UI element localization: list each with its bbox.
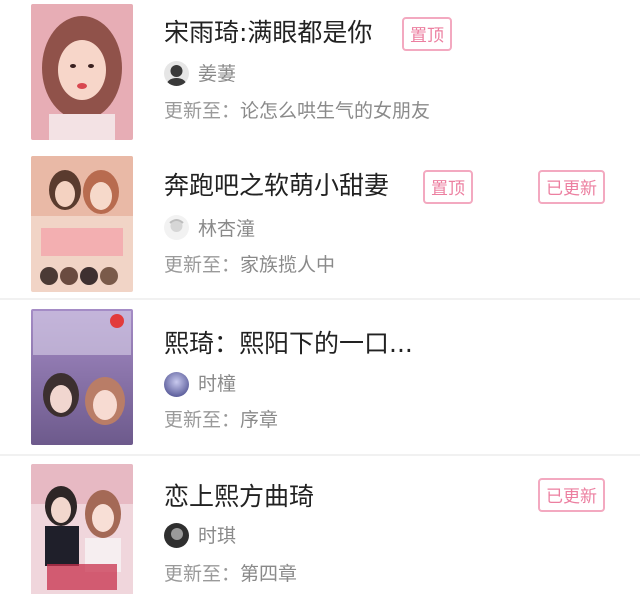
cover-image <box>31 4 133 140</box>
author-avatar <box>164 61 189 86</box>
author-avatar <box>164 215 189 240</box>
update-prefix: 更新至： <box>164 100 241 122</box>
pinned-badge: 置顶 <box>423 170 473 204</box>
cover-image <box>31 464 133 594</box>
cover-image <box>31 156 133 292</box>
author-name: 林杏潼 <box>198 218 256 240</box>
book-item[interactable]: 宋雨琦:满眼都是你 置顶 姜萋 更新至：论怎么哄生气的女朋友 <box>0 0 640 148</box>
cover-image <box>31 309 133 445</box>
updated-badge: 已更新 <box>538 478 605 512</box>
book-title[interactable]: 宋雨琦:满眼都是你 <box>164 18 372 48</box>
author-name: 时橦 <box>198 373 237 395</box>
book-cover[interactable] <box>31 309 133 445</box>
author-avatar <box>164 372 189 397</box>
author-name: 时琪 <box>198 525 237 547</box>
latest-update: 更新至：论怎么哄生气的女朋友 <box>164 99 430 123</box>
update-prefix: 更新至： <box>164 563 241 585</box>
update-prefix: 更新至： <box>164 409 241 431</box>
latest-update: 更新至：家族揽人中 <box>164 253 335 277</box>
author-name: 姜萋 <box>198 63 237 85</box>
book-item[interactable]: 奔跑吧之软萌小甜妻 置顶 已更新 林杏潼 更新至：家族揽人中 <box>0 148 640 300</box>
author-avatar <box>164 523 189 548</box>
latest-chapter: 序章 <box>240 409 279 431</box>
latest-chapter: 家族揽人中 <box>240 254 336 276</box>
book-title[interactable]: 熙琦：熙阳下的一口... <box>164 329 413 359</box>
book-cover[interactable] <box>31 156 133 292</box>
pinned-badge: 置顶 <box>402 17 452 51</box>
update-prefix: 更新至： <box>164 254 241 276</box>
book-cover[interactable] <box>31 4 133 140</box>
book-item[interactable]: 恋上熙方曲琦 已更新 时琪 更新至：第四章 <box>0 456 640 594</box>
book-item[interactable]: 熙琦：熙阳下的一口... 时橦 更新至：序章 <box>0 300 640 454</box>
latest-chapter: 论怎么哄生气的女朋友 <box>240 100 431 122</box>
latest-update: 更新至：序章 <box>164 408 278 432</box>
latest-update: 更新至：第四章 <box>164 562 297 586</box>
book-title[interactable]: 奔跑吧之软萌小甜妻 <box>164 171 389 201</box>
book-cover[interactable] <box>31 464 133 594</box>
book-title[interactable]: 恋上熙方曲琦 <box>164 482 314 512</box>
book-list: 宋雨琦:满眼都是你 置顶 姜萋 更新至：论怎么哄生气的女朋友 奔跑吧之软萌小甜妻… <box>0 0 640 594</box>
latest-chapter: 第四章 <box>240 563 298 585</box>
updated-badge: 已更新 <box>538 170 605 204</box>
